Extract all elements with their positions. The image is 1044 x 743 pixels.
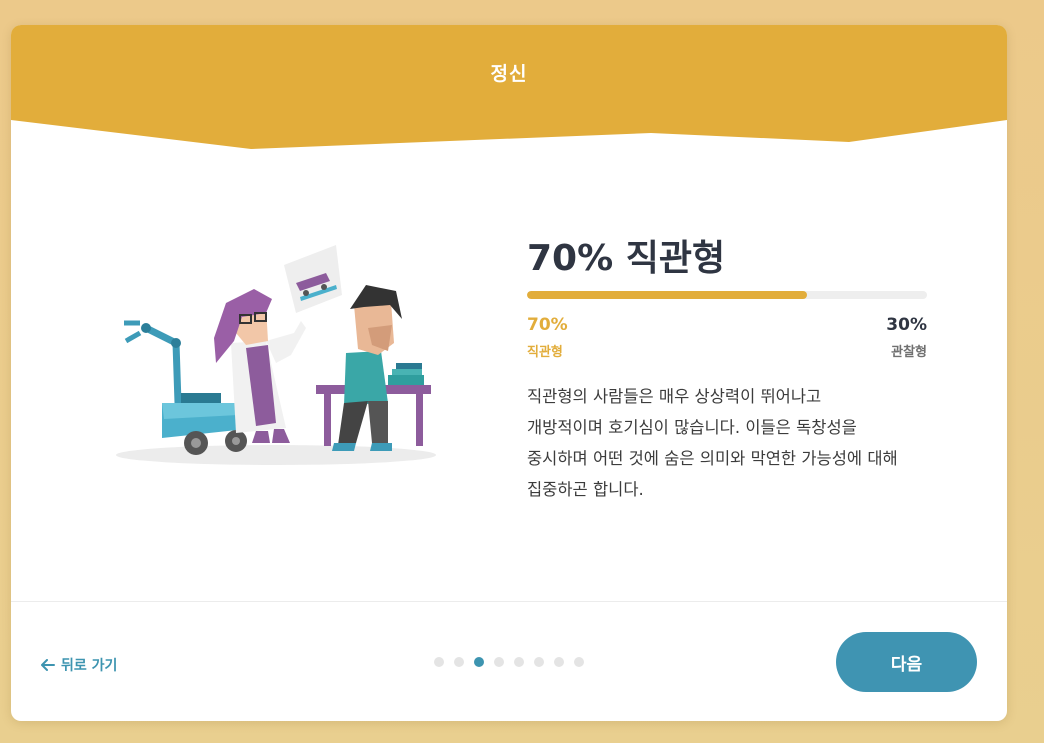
arrow-left-icon	[41, 659, 55, 671]
right-percent: 30%	[886, 315, 927, 335]
pagination-dot[interactable]	[514, 657, 524, 667]
trait-description: 직관형의 사람들은 매우 상상력이 뛰어나고 개방적이며 호기심이 많습니다. …	[527, 381, 937, 505]
pagination-dot[interactable]	[534, 657, 544, 667]
pagination-dot[interactable]	[574, 657, 584, 667]
pagination-dot[interactable]	[454, 657, 464, 667]
next-button[interactable]: 다음	[836, 632, 977, 692]
left-percent: 70%	[527, 315, 568, 335]
scientist-illustration	[116, 245, 436, 465]
pagination-dot-active[interactable]	[474, 657, 484, 667]
pagination-dots	[434, 657, 584, 667]
trait-progress-bar	[527, 291, 927, 299]
trait-title: 70% 직관형	[527, 238, 726, 279]
description-line: 중시하며 어떤 것에 숨은 의미와 막연한 가능성에 대해	[527, 449, 898, 468]
pagination-dot[interactable]	[554, 657, 564, 667]
pagination-dot[interactable]	[434, 657, 444, 667]
back-button[interactable]: 뒤로 가기	[41, 655, 117, 675]
header-band	[11, 25, 1007, 149]
header-title: 정신	[490, 63, 528, 85]
result-card: 정신 70% 직관형 70% 30% 직관형 관찰형 직관형의 사람들은 매우 …	[11, 25, 1007, 721]
back-label: 뒤로 가기	[61, 658, 118, 674]
left-trait-label: 직관형	[527, 345, 563, 360]
description-line: 개방적이며 호기심이 많습니다. 이들은 독창성을	[527, 418, 857, 437]
trait-progress-fill	[527, 291, 807, 299]
footer-divider	[11, 601, 1007, 602]
right-trait-label: 관찰형	[891, 345, 927, 360]
description-line: 직관형의 사람들은 매우 상상력이 뛰어나고	[527, 387, 822, 406]
description-line: 집중하곤 합니다.	[527, 480, 644, 499]
pagination-dot[interactable]	[494, 657, 504, 667]
